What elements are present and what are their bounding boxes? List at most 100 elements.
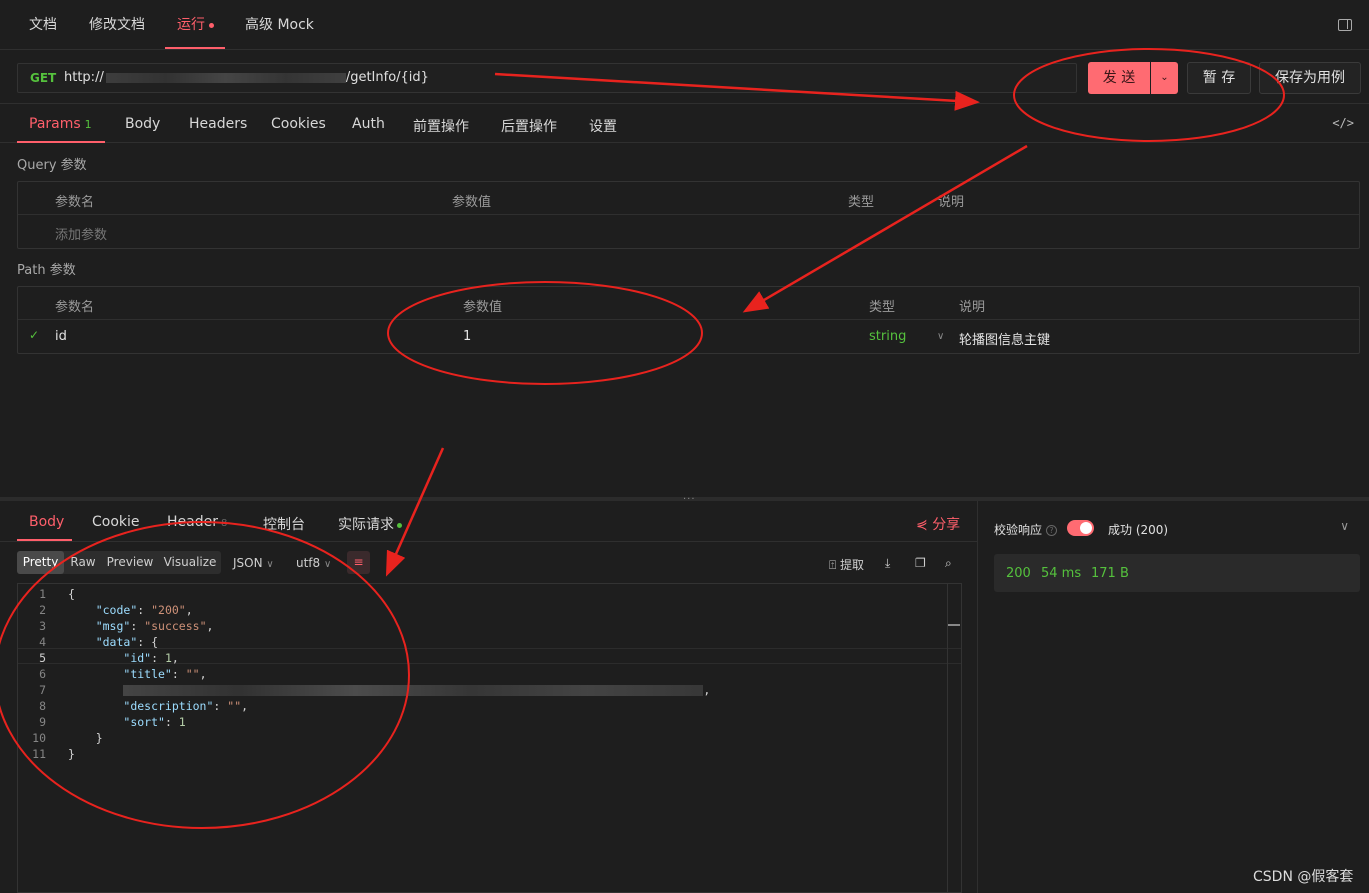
param-value[interactable]: 1 <box>463 329 471 344</box>
resp-tab-cookie[interactable]: Cookie <box>92 514 140 530</box>
download-icon[interactable]: ⤓ <box>885 556 890 571</box>
save-as-case-button[interactable]: 保存为用例 <box>1259 62 1361 94</box>
code-line: "id": 1, <box>123 651 179 665</box>
type-dropdown-icon[interactable]: ∨ <box>937 331 944 342</box>
view-preview[interactable]: Preview <box>105 551 155 574</box>
tab-docs[interactable]: 文档 <box>29 14 57 34</box>
url-input[interactable]: GET http:// /getInfo/{id} <box>17 63 1077 93</box>
tab-settings[interactable]: 设置 <box>589 116 617 136</box>
brace: } <box>95 731 103 745</box>
url-suffix: /getInfo/{id} <box>345 70 429 85</box>
share-button[interactable]: ⋞ 分享 <box>916 514 960 534</box>
line-number: 6 <box>39 667 46 681</box>
watermark: CSDN @假客套 <box>1253 869 1354 885</box>
table-row: ✓ id 1 string ∨ 轮播图信息主键 <box>18 320 1359 353</box>
response-code-editor[interactable]: 1 2 3 4 5 6 7 8 9 10 11 { "code": "200",… <box>17 583 962 893</box>
json-key: "msg" <box>95 619 131 633</box>
response-time: 54 ms <box>1041 566 1082 581</box>
tab-advanced-mock[interactable]: 高级 Mock <box>245 14 314 34</box>
toggle-panel-icon[interactable] <box>1338 19 1352 31</box>
copy-icon[interactable]: ❐ <box>915 556 926 570</box>
word-wrap-icon[interactable]: ≡ <box>347 551 370 574</box>
view-raw[interactable]: Raw <box>67 551 99 574</box>
vertical-scrollbar[interactable] <box>947 584 961 892</box>
header-count: 8 <box>220 518 228 529</box>
send-dropdown-icon[interactable]: ⌄ <box>1151 62 1178 94</box>
response-stats: 200 54 ms 171 B <box>994 554 1360 592</box>
unsaved-dot <box>209 22 214 28</box>
stash-button[interactable]: 暂 存 <box>1187 62 1251 94</box>
active-request-tab-indicator <box>17 141 105 143</box>
tab-run[interactable]: 运行 <box>177 14 214 34</box>
tab-headers[interactable]: Headers <box>189 116 247 132</box>
json-string: "" <box>227 699 242 713</box>
code-line: , <box>68 683 710 697</box>
code-line: "sort": 1 <box>123 715 186 729</box>
request-tab-bar: Params 1 Body Headers Cookies Auth 前置操作 后… <box>0 103 1369 143</box>
json-key: "sort" <box>123 715 165 729</box>
param-type[interactable]: string <box>869 329 906 344</box>
response-size: 171 B <box>1091 566 1129 581</box>
format-value: JSON <box>233 556 263 570</box>
validation-status[interactable]: 成功 (200) <box>1108 521 1168 538</box>
tab-cookies[interactable]: Cookies <box>271 116 326 132</box>
table-header-row: 参数名 参数值 类型 说明 <box>18 287 1359 320</box>
view-visualize[interactable]: Visualize <box>162 551 218 574</box>
line-number: 1 <box>39 587 46 601</box>
code-line: } <box>68 731 103 745</box>
json-number: 1 <box>178 715 186 729</box>
extract-button[interactable]: ⍐ 提取 <box>829 556 864 573</box>
json-string: "" <box>185 667 200 681</box>
url-prefix: http:// <box>64 70 104 85</box>
chevron-down-icon[interactable]: ∨ <box>1340 519 1349 533</box>
tab-pre-ops[interactable]: 前置操作 <box>413 116 469 136</box>
blurred-host <box>105 72 346 83</box>
col-param-value: 参数值 <box>452 195 492 210</box>
tab-params[interactable]: Params 1 <box>29 116 92 132</box>
validation-side-panel: 校验响应? 成功 (200) ∨ 200 54 ms 171 B <box>979 501 1369 893</box>
param-description[interactable]: 轮播图信息主键 <box>959 329 1050 348</box>
add-param-row[interactable]: 添加参数 <box>18 215 1359 248</box>
add-param-placeholder[interactable]: 添加参数 <box>55 224 107 243</box>
format-select[interactable]: JSON ∨ <box>233 556 274 570</box>
resp-tab-actual-request[interactable]: 实际请求 <box>338 514 402 534</box>
tab-edit-docs[interactable]: 修改文档 <box>89 14 145 34</box>
resp-tab-console[interactable]: 控制台 <box>263 514 305 534</box>
divider <box>0 541 978 542</box>
status-code: 200 <box>1006 566 1031 581</box>
resp-tab-header[interactable]: Header 8 <box>167 514 227 530</box>
json-number: 1 <box>164 651 172 665</box>
send-button[interactable]: 发 送 <box>1088 62 1150 94</box>
code-line: "title": "", <box>123 667 207 681</box>
path-params-title: Path 参数 <box>17 263 76 278</box>
code-icon[interactable]: </> <box>1332 116 1354 130</box>
tab-post-ops[interactable]: 后置操作 <box>501 116 557 136</box>
validate-toggle[interactable] <box>1067 520 1094 536</box>
json-key: "description" <box>123 699 214 713</box>
table-header-row: 参数名 参数值 类型 说明 <box>18 182 1359 215</box>
tab-auth[interactable]: Auth <box>352 116 385 132</box>
code-line: "description": "", <box>123 699 249 713</box>
param-name[interactable]: id <box>55 329 67 344</box>
json-key: "title" <box>123 667 172 681</box>
extract-label: 提取 <box>840 558 865 572</box>
code-line: "data": { <box>95 635 159 649</box>
chevron-down-icon: ∨ <box>324 559 332 570</box>
view-mode-group: Pretty Raw Preview Visualize <box>17 551 221 574</box>
encoding-select[interactable]: utf8 ∨ <box>296 556 331 570</box>
code-line: "msg": "success", <box>95 619 214 633</box>
http-method[interactable]: GET <box>30 71 56 85</box>
tab-body[interactable]: Body <box>125 116 160 132</box>
col-param-value: 参数值 <box>463 300 503 315</box>
json-string: "success" <box>144 619 207 633</box>
line-number: 8 <box>39 699 46 713</box>
brace: { <box>68 587 75 601</box>
resp-tab-body[interactable]: Body <box>29 514 64 530</box>
path-params-table: 参数名 参数值 类型 说明 ✓ id 1 string ∨ 轮播图信息主键 <box>17 286 1360 354</box>
line-number: 5 <box>39 651 46 665</box>
view-pretty[interactable]: Pretty <box>17 551 64 574</box>
line-number: 9 <box>39 715 46 729</box>
search-icon[interactable]: ⌕ <box>945 556 952 571</box>
enabled-check-icon[interactable]: ✓ <box>29 328 39 342</box>
help-icon[interactable]: ? <box>1046 525 1058 536</box>
